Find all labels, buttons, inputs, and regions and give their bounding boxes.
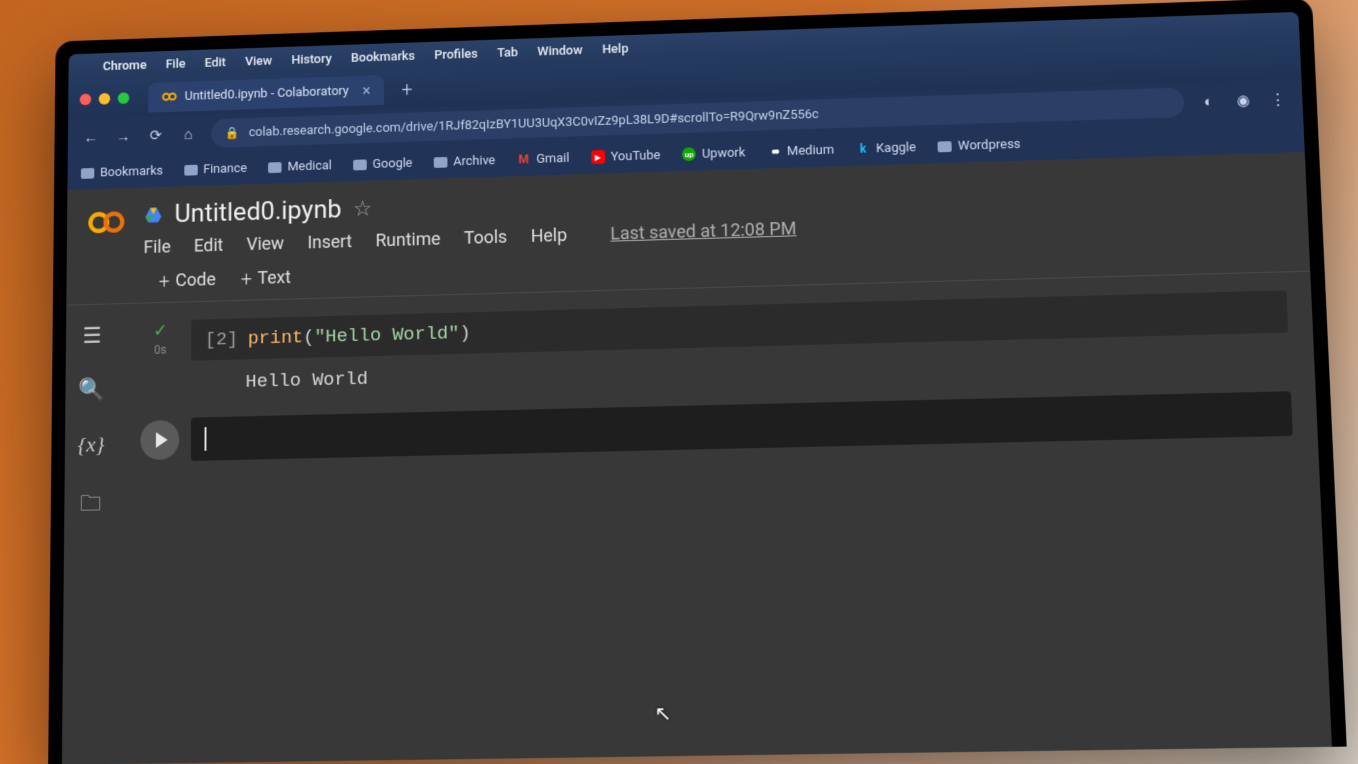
bookmark-medical[interactable]: Medical	[268, 158, 332, 174]
table-of-contents-icon[interactable]: ☰	[82, 324, 101, 349]
bookmark-medium[interactable]: ●● Medium	[767, 142, 834, 159]
colab-menu-help[interactable]: Help	[531, 225, 568, 247]
macos-menu-tab[interactable]: Tab	[497, 45, 518, 60]
add-text-label: Text	[258, 267, 291, 288]
left-sidebar: ☰ 🔍 {x} 🗀	[62, 304, 118, 764]
code-text: print("Hello World")	[248, 322, 471, 349]
play-icon	[155, 432, 167, 448]
gmail-icon: M	[517, 152, 531, 166]
macos-menu-edit[interactable]: Edit	[205, 55, 226, 70]
run-cell-button[interactable]	[140, 420, 179, 460]
colab-app: Untitled0.ipynb ☆ File Edit View Insert …	[62, 152, 1332, 764]
upwork-icon: up	[682, 147, 696, 161]
kaggle-icon: k	[856, 142, 870, 156]
macos-menu-view[interactable]: View	[245, 54, 272, 69]
bookmark-label: Kaggle	[876, 140, 916, 156]
code-input[interactable]	[191, 391, 1293, 461]
bookmark-label: Archive	[453, 153, 495, 169]
bookmark-label: Gmail	[536, 151, 569, 167]
macos-menu-bookmarks[interactable]: Bookmarks	[351, 49, 415, 66]
cell-duration: 0s	[154, 343, 167, 357]
bookmark-label: Wordpress	[958, 137, 1021, 154]
colab-logo-icon[interactable]	[86, 202, 127, 244]
more-icon[interactable]: ⋮	[1267, 90, 1288, 108]
plus-icon: +	[241, 266, 252, 290]
search-icon[interactable]: 🔍	[78, 378, 105, 403]
folder-icon	[268, 162, 282, 173]
bookmark-label: Bookmarks	[100, 163, 163, 179]
home-button[interactable]: ⌂	[179, 125, 198, 143]
add-code-button[interactable]: +Code	[159, 268, 216, 293]
macos-menu-window[interactable]: Window	[537, 43, 582, 59]
bookmark-upwork[interactable]: up Upwork	[682, 145, 746, 162]
bookmark-kaggle[interactable]: k Kaggle	[856, 140, 916, 157]
macos-menu-profiles[interactable]: Profiles	[434, 46, 477, 62]
text-cursor	[204, 427, 206, 451]
bookmark-archive[interactable]: Archive	[434, 153, 496, 169]
star-button[interactable]: ☆	[353, 196, 372, 221]
bookmark-bookmarks[interactable]: Bookmarks	[81, 163, 163, 180]
last-saved-status: Last saved at 12:08 PM	[610, 219, 796, 245]
folder-icon	[434, 156, 448, 167]
cell-gutter: ✓ 0s	[141, 320, 180, 357]
add-code-label: Code	[175, 269, 215, 291]
check-icon: ✓	[153, 320, 168, 341]
bookmark-youtube[interactable]: ▶ YouTube	[591, 148, 661, 165]
bookmark-wordpress[interactable]: Wordpress	[938, 137, 1021, 154]
medium-icon: ●●	[767, 145, 781, 159]
bookmark-finance[interactable]: Finance	[184, 161, 247, 177]
tab-title: Untitled0.ipynb - Colaboratory	[185, 83, 349, 103]
macos-menu-history[interactable]: History	[291, 52, 331, 68]
macos-menu-help[interactable]: Help	[602, 41, 628, 56]
forward-button[interactable]: →	[114, 127, 133, 145]
bookmark-label: Upwork	[702, 145, 746, 161]
colab-menu-runtime[interactable]: Runtime	[376, 229, 441, 251]
document-title[interactable]: Untitled0.ipynb	[174, 195, 341, 229]
files-icon[interactable]: 🗀	[80, 487, 102, 525]
tab-close-button[interactable]: ×	[362, 81, 370, 100]
variables-icon[interactable]: {x}	[78, 431, 105, 457]
back-button[interactable]: ←	[81, 129, 100, 147]
reload-button[interactable]: ⟳	[146, 126, 165, 144]
window-maximize-button[interactable]	[118, 92, 130, 104]
folder-icon	[938, 141, 952, 152]
colab-menu-file[interactable]: File	[144, 237, 171, 258]
bookmark-label: Finance	[203, 161, 247, 177]
window-minimize-button[interactable]	[99, 93, 111, 105]
lock-icon: 🔒	[225, 126, 239, 140]
colab-menu-edit[interactable]: Edit	[194, 235, 223, 256]
code-cell-executed[interactable]: ✓ 0s [2] print("Hello World") Hello Worl…	[141, 290, 1290, 399]
plus-icon: +	[159, 269, 170, 293]
colab-menu-tools[interactable]: Tools	[464, 227, 507, 249]
traffic-lights	[80, 92, 130, 105]
colab-menu-insert[interactable]: Insert	[307, 232, 352, 254]
notebook-area: ✓ 0s [2] print("Hello World") Hello Worl…	[115, 272, 1332, 764]
execution-count: [2]	[205, 328, 238, 350]
bookmark-google[interactable]: Google	[353, 156, 412, 172]
folder-icon	[184, 164, 197, 175]
browser-tab[interactable]: Untitled0.ipynb - Colaboratory ×	[148, 75, 384, 113]
macos-app-name[interactable]: Chrome	[103, 58, 147, 74]
folder-icon	[353, 159, 367, 170]
bookmark-label: Google	[373, 156, 413, 172]
new-tab-button[interactable]: +	[394, 77, 421, 101]
bookmark-label: YouTube	[611, 148, 661, 164]
extensions-icon[interactable]: ◐	[1198, 92, 1219, 110]
bookmark-gmail[interactable]: M Gmail	[517, 151, 570, 167]
macos-menu-file[interactable]: File	[166, 57, 186, 72]
colab-favicon-icon	[162, 89, 177, 105]
code-cell-empty[interactable]	[140, 391, 1293, 462]
window-close-button[interactable]	[80, 94, 92, 106]
youtube-icon: ▶	[591, 150, 605, 164]
bookmark-label: Medium	[787, 142, 834, 158]
drive-icon	[144, 205, 163, 225]
folder-icon	[81, 167, 94, 178]
add-text-button[interactable]: + Text	[241, 265, 291, 290]
bookmark-label: Medical	[288, 158, 332, 174]
colab-menu-view[interactable]: View	[246, 234, 284, 255]
url-text: colab.research.google.com/drive/1RJf82qI…	[249, 107, 819, 140]
profile-icon[interactable]: ◉	[1233, 91, 1254, 109]
